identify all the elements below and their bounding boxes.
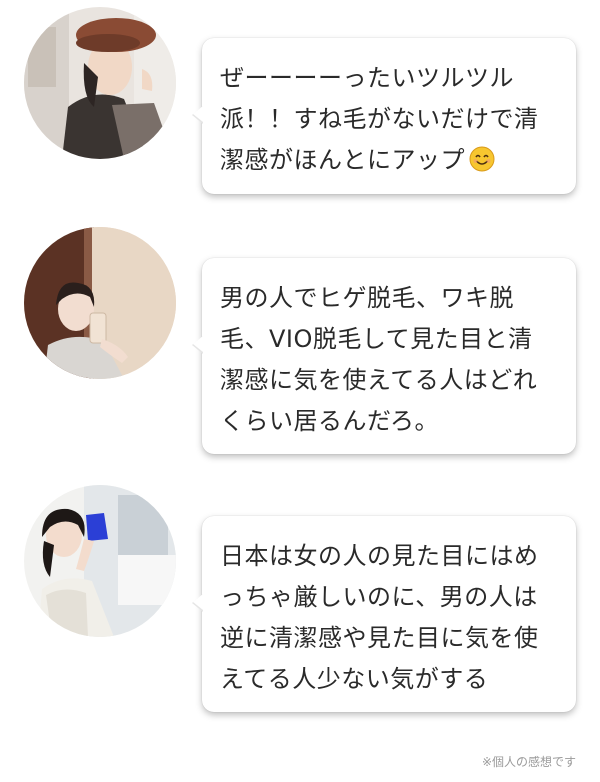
- avatar: [24, 227, 176, 379]
- testimonial-text: 日本は女の人の見た目にはめ っちゃ厳しいのに、男の人は 逆に清潔感や見た目に気を…: [220, 542, 539, 693]
- speech-bubble: 男の人でヒゲ脱毛、ワキ脱 毛、VIO脱毛して見た目と清 潔感に気を使えてる人はど…: [192, 258, 576, 454]
- avatar: [24, 7, 176, 159]
- woman-mirror-selfie-photo-icon: [24, 227, 176, 379]
- testimonial-text: ぜーーーーったいツルツル 派！！すね毛がないだけで清 潔感がほんとにアップ: [220, 58, 560, 185]
- smiling-face-emoji-icon: [469, 144, 495, 185]
- testimonial-text: 男の人でヒゲ脱毛、ワキ脱 毛、VIO脱毛して見た目と清 潔感に気を使えてる人はど…: [220, 284, 538, 435]
- testimonial-2: 男の人でヒゲ脱毛、ワキ脱 毛、VIO脱毛して見た目と清 潔感に気を使えてる人はど…: [0, 220, 600, 460]
- woman-beret-photo-icon: [24, 7, 176, 159]
- avatar: [24, 485, 176, 637]
- testimonial-1: ぜーーーーったいツルツル 派！！すね毛がないだけで清 潔感がほんとにアップ: [0, 0, 600, 200]
- speech-bubble: ぜーーーーったいツルツル 派！！すね毛がないだけで清 潔感がほんとにアップ: [192, 38, 576, 194]
- woman-holding-cup-photo-icon: [24, 485, 176, 637]
- speech-bubble: 日本は女の人の見た目にはめ っちゃ厳しいのに、男の人は 逆に清潔感や見た目に気を…: [192, 516, 576, 712]
- disclaimer-note: ※個人の感想です: [481, 755, 576, 769]
- testimonial-3: 日本は女の人の見た目にはめ っちゃ厳しいのに、男の人は 逆に清潔感や見た目に気を…: [0, 478, 600, 718]
